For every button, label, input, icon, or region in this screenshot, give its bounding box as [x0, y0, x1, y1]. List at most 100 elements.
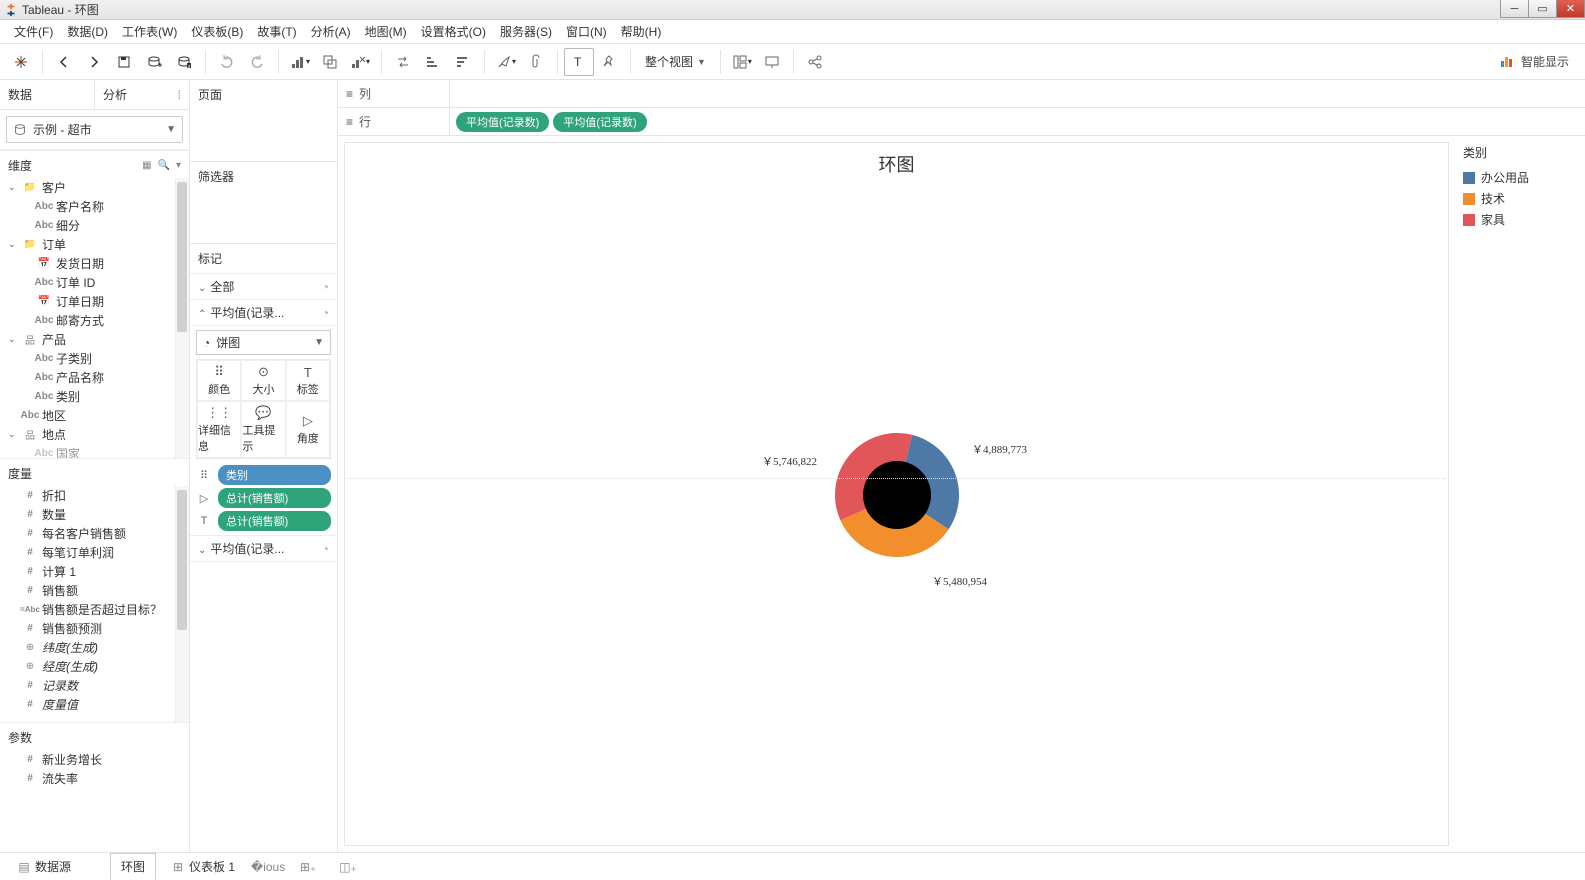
viewby-icon[interactable]: ▦: [142, 160, 151, 171]
scrollbar-thumb[interactable]: [177, 490, 187, 630]
dimension-item[interactable]: ⌄📁订单: [0, 235, 189, 254]
param-item[interactable]: #流失率: [0, 769, 189, 788]
mark-pill-sales-angle[interactable]: ▷总计(销售额): [196, 488, 331, 508]
marks-avg1-row[interactable]: ⌃平均值(记录...◔: [190, 300, 337, 326]
maximize-button[interactable]: ▭: [1528, 0, 1557, 18]
menu-format[interactable]: 设置格式(O): [415, 21, 492, 42]
measure-item[interactable]: #计算 1: [0, 562, 189, 581]
new-datasource-button[interactable]: [139, 48, 169, 76]
dimension-item[interactable]: ⌄品产品: [0, 330, 189, 349]
save-button[interactable]: [109, 48, 139, 76]
redo-button[interactable]: [242, 48, 272, 76]
pages-shelf[interactable]: 页面: [190, 80, 337, 109]
measure-item[interactable]: #记录数: [0, 676, 189, 695]
measure-item[interactable]: #数量: [0, 505, 189, 524]
close-button[interactable]: ✕: [1556, 0, 1585, 18]
measure-item[interactable]: #度量值: [0, 695, 189, 714]
filters-shelf[interactable]: 筛选器: [190, 162, 337, 191]
new-worksheet-button[interactable]: �ious: [250, 855, 286, 879]
mark-pill-category[interactable]: ⠿类别: [196, 465, 331, 485]
measure-item[interactable]: ⊕经度(生成): [0, 657, 189, 676]
showhide-cards-button[interactable]: ▾: [727, 48, 757, 76]
menu-server[interactable]: 服务器(S): [494, 21, 558, 42]
menu-story[interactable]: 故事(T): [251, 21, 302, 42]
dimension-item[interactable]: Abc地区: [0, 406, 189, 425]
mark-detail-button[interactable]: ⋮⋮详细信息: [197, 401, 241, 458]
mark-color-button[interactable]: ⠿颜色: [197, 360, 241, 401]
mark-type-dropdown[interactable]: ◔饼图▼: [196, 330, 331, 355]
menu-icon[interactable]: ▾: [176, 160, 181, 171]
dimension-item[interactable]: Abc客户名称: [0, 197, 189, 216]
label-toggle-button[interactable]: T: [564, 48, 594, 76]
dimension-item[interactable]: Abc国家: [0, 444, 189, 458]
measure-item[interactable]: #折扣: [0, 486, 189, 505]
param-item[interactable]: #新业务增长: [0, 750, 189, 769]
menu-analysis[interactable]: 分析(A): [305, 21, 357, 42]
marks-avg2-row[interactable]: ⌄平均值(记录...◔: [190, 535, 337, 562]
scrollbar-thumb[interactable]: [177, 182, 187, 332]
mark-label-button[interactable]: T标签: [286, 360, 330, 401]
menu-window[interactable]: 窗口(N): [560, 21, 613, 42]
menu-help[interactable]: 帮助(H): [615, 21, 668, 42]
share-button[interactable]: [800, 48, 830, 76]
undo-button[interactable]: [212, 48, 242, 76]
new-story-button[interactable]: ◫₊: [330, 855, 366, 879]
dimension-item[interactable]: 📅订单日期: [0, 292, 189, 311]
viz-title[interactable]: 环图: [345, 143, 1448, 185]
dimension-item[interactable]: ⌄品地点: [0, 425, 189, 444]
measure-item[interactable]: #销售额: [0, 581, 189, 600]
legend-item[interactable]: 技术: [1463, 188, 1581, 209]
newsheet-button[interactable]: ▾: [285, 48, 315, 76]
tab-sheet-active[interactable]: 环图: [110, 853, 156, 880]
mark-pill-sales-label[interactable]: T总计(销售额): [196, 511, 331, 531]
row-pill-1[interactable]: 平均值(记录数): [456, 112, 549, 132]
dimension-item[interactable]: 📅发货日期: [0, 254, 189, 273]
menu-file[interactable]: 文件(F): [8, 21, 59, 42]
dimension-item[interactable]: ⌄📁客户: [0, 178, 189, 197]
legend-item[interactable]: 家具: [1463, 209, 1581, 230]
datasource-selector[interactable]: 示例 - 超市▼: [6, 116, 183, 143]
sort-asc-button[interactable]: [418, 48, 448, 76]
swap-button[interactable]: [388, 48, 418, 76]
measure-item[interactable]: =Abc销售额是否超过目标？: [0, 600, 189, 619]
duplicate-button[interactable]: [315, 48, 345, 76]
measure-item[interactable]: #销售额预测: [0, 619, 189, 638]
search-icon[interactable]: 🔍: [158, 160, 170, 171]
sort-desc-button[interactable]: [448, 48, 478, 76]
presentation-button[interactable]: [757, 48, 787, 76]
dimension-item[interactable]: Abc子类别: [0, 349, 189, 368]
measure-item[interactable]: #每笔订单利润: [0, 543, 189, 562]
back-button[interactable]: [49, 48, 79, 76]
dimension-item[interactable]: Abc邮寄方式: [0, 311, 189, 330]
legend-item[interactable]: 办公用品: [1463, 167, 1581, 188]
pause-updates-button[interactable]: [169, 48, 199, 76]
menu-map[interactable]: 地图(M): [359, 21, 413, 42]
rows-shelf[interactable]: 平均值(记录数) 平均值(记录数): [450, 112, 1585, 132]
dimension-item[interactable]: Abc细分: [0, 216, 189, 235]
forward-button[interactable]: [79, 48, 109, 76]
dimension-item[interactable]: Abc类别: [0, 387, 189, 406]
dimension-item[interactable]: Abc订单 ID: [0, 273, 189, 292]
dimension-item[interactable]: Abc产品名称: [0, 368, 189, 387]
tab-data[interactable]: 数据: [0, 80, 94, 109]
marks-all-row[interactable]: ⌄全部◔: [190, 274, 337, 300]
mark-angle-button[interactable]: ▷角度: [286, 401, 330, 458]
row-pill-2[interactable]: 平均值(记录数): [553, 112, 646, 132]
measure-item[interactable]: ⊕纬度(生成): [0, 638, 189, 657]
minimize-button[interactable]: ─: [1500, 0, 1529, 18]
clear-button[interactable]: ▾: [345, 48, 375, 76]
pin-button[interactable]: [594, 48, 624, 76]
menu-worksheet[interactable]: 工作表(W): [116, 21, 183, 42]
smart-show-button[interactable]: 智能显示: [1501, 53, 1579, 70]
tableau-home-icon[interactable]: [6, 48, 36, 76]
tab-datasource[interactable]: ▤数据源: [6, 853, 82, 880]
menu-data[interactable]: 数据(D): [61, 21, 114, 42]
fit-dropdown[interactable]: 整个视图▼: [637, 48, 714, 76]
mark-tooltip-button[interactable]: 💬工具提示: [241, 401, 285, 458]
tab-analysis[interactable]: 分析⁞: [94, 80, 189, 109]
highlight-button[interactable]: ▾: [491, 48, 521, 76]
tab-dashboard[interactable]: ⊞仪表板 1: [160, 853, 246, 880]
menu-dashboard[interactable]: 仪表板(B): [185, 21, 249, 42]
measure-item[interactable]: #每名客户销售额: [0, 524, 189, 543]
viz-canvas[interactable]: 环图 ￥4,889,773￥5,480,954￥5,746,822: [344, 142, 1449, 846]
